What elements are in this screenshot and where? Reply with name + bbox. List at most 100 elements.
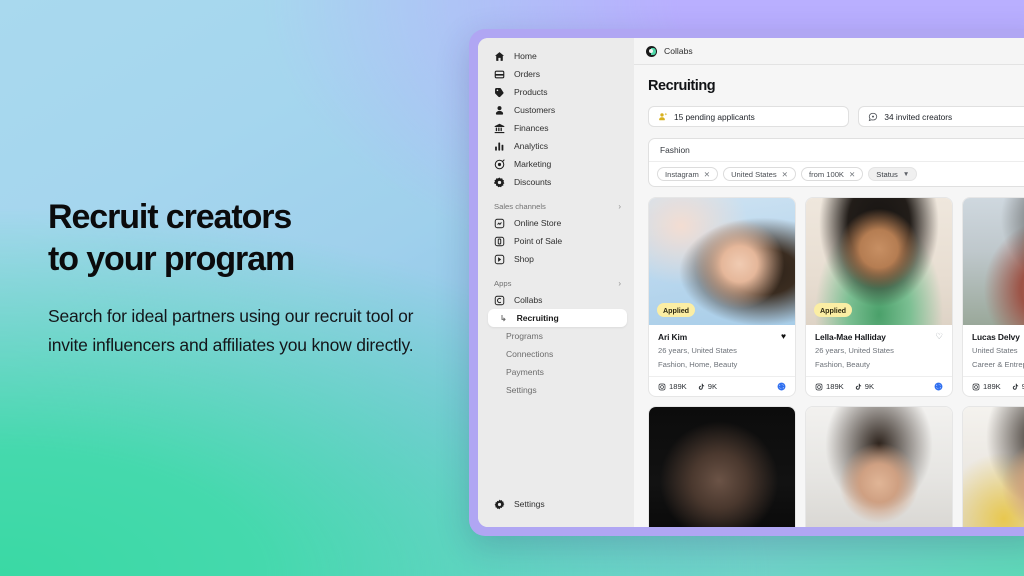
creator-photo [649, 407, 795, 527]
filter-chip-status[interactable]: Status ▼ [868, 167, 918, 181]
creator-meta-categories: Career & Entrepreneurship [972, 360, 1024, 369]
creator-card[interactable]: Lucas Delvy United States Career & Entre… [962, 197, 1024, 397]
filter-chip-from-100k[interactable]: from 100K ✕ [800, 167, 864, 181]
sidebar-item-collabs-settings[interactable]: Settings [500, 381, 627, 399]
instagram-icon [658, 383, 666, 390]
stat-invited-creators[interactable]: 34 invited creators [858, 106, 1024, 127]
creator-meta-age-location: United States [972, 346, 1018, 355]
creator-name: Lucas Delvy [972, 332, 1020, 342]
invited-creators-icon [868, 112, 878, 122]
sidebar-item-settings[interactable]: Settings [488, 495, 627, 513]
sidebar-item-marketing[interactable]: Marketing [488, 155, 627, 173]
creator-card-grid: Applied Ari Kim ♥ 26 years, United State… [648, 197, 1024, 527]
discounts-icon [494, 177, 505, 188]
apps-label: Apps [494, 279, 512, 288]
sidebar-item-connections[interactable]: Connections [500, 345, 627, 363]
instagram-stat: 189K [815, 382, 844, 391]
sidebar-item-discounts[interactable]: Discounts [488, 173, 627, 191]
collabs-icon [494, 295, 505, 306]
sidebar-item-label: Point of Sale [514, 236, 563, 246]
creator-card[interactable]: Applied Lella-Mae Halliday ♡ 26 years, U… [805, 197, 953, 397]
remove-filter-icon[interactable]: ✕ [704, 170, 710, 179]
sidebar-item-label: Customers [514, 105, 556, 115]
creator-card[interactable]: Applied Ari Kim ♥ 26 years, United State… [648, 197, 796, 397]
tiktok-stat: 9K [697, 382, 717, 391]
shop-icon [494, 254, 505, 265]
sidebar-item-analytics[interactable]: Analytics [488, 137, 627, 155]
chevron-right-icon: › [618, 202, 621, 211]
sidebar-item-finances[interactable]: Finances [488, 119, 627, 137]
home-icon [494, 51, 505, 62]
sidebar-item-home[interactable]: Home [488, 47, 627, 65]
instagram-count: 189K [826, 382, 844, 391]
app-bar: Collabs [634, 38, 1024, 65]
search-and-filters: Fashion Instagram ✕ United States ✕ from… [648, 138, 1024, 187]
status-badge: Applied [657, 303, 696, 317]
sidebar-item-online-store[interactable]: Online Store [488, 214, 627, 232]
gear-icon [494, 499, 505, 510]
sidebar-item-label: Marketing [514, 159, 552, 169]
finances-icon [494, 123, 505, 134]
page-title: Recruiting [648, 78, 716, 94]
filter-chip-label: Status [876, 169, 898, 179]
app-window-inner: Home Orders Products Customers Finances … [478, 38, 1024, 527]
creator-card[interactable] [962, 406, 1024, 527]
point-of-sale-icon [494, 236, 505, 247]
sidebar-item-payments[interactable]: Payments [500, 363, 627, 381]
stat-label: 15 pending applicants [674, 111, 755, 122]
creator-photo: Applied [806, 198, 952, 325]
sidebar-item-recruiting[interactable]: ↳ Recruiting [488, 309, 627, 327]
sidebar-item-label: Payments [506, 367, 544, 377]
favorite-heart-icon[interactable]: ♡ [935, 332, 943, 341]
creator-card-body: Lucas Delvy United States Career & Entre… [963, 325, 1024, 376]
chevron-right-icon: › [618, 279, 621, 288]
instagram-icon [815, 383, 823, 390]
sales-channels-header[interactable]: Sales channels › [494, 202, 621, 211]
filter-chip-instagram[interactable]: Instagram ✕ [657, 167, 719, 181]
sidebar-item-products[interactable]: Products [488, 83, 627, 101]
creator-card-body: Ari Kim ♥ 26 years, United States Fashio… [649, 325, 795, 376]
sidebar-item-label: Shop [514, 254, 534, 264]
favorite-heart-icon[interactable]: ♥ [781, 332, 786, 341]
analytics-icon [494, 141, 505, 152]
creator-card[interactable] [648, 406, 796, 527]
remove-filter-icon[interactable]: ✕ [849, 170, 855, 179]
promo-headline: Recruit creators to your program [48, 196, 448, 280]
search-input[interactable]: Fashion [649, 139, 1024, 162]
pending-applicant-icon [658, 112, 668, 122]
tiktok-icon [698, 383, 704, 390]
creator-name: Ari Kim [658, 332, 688, 342]
sidebar-item-customers[interactable]: Customers [488, 101, 627, 119]
remove-filter-icon[interactable]: ✕ [782, 170, 788, 179]
marketing-icon [494, 158, 505, 170]
sidebar-item-label: Orders [514, 69, 540, 79]
sales-channels-label: Sales channels [494, 202, 546, 211]
sidebar-item-orders[interactable]: Orders [488, 65, 627, 83]
stat-pending-applicants[interactable]: 15 pending applicants [648, 106, 850, 127]
creator-name: Lella-Mae Halliday [815, 332, 886, 342]
filter-chip-united-states[interactable]: United States ✕ [723, 167, 796, 181]
sidebar-item-point-of-sale[interactable]: Point of Sale [488, 232, 627, 250]
tiktok-icon [1012, 383, 1018, 390]
creator-meta-age-location: 26 years, United States [658, 346, 737, 355]
sync-icon[interactable] [934, 382, 943, 391]
subnav-arrow-icon: ↳ [500, 313, 507, 323]
sidebar-item-label: Products [514, 87, 548, 97]
products-icon [494, 87, 505, 98]
sidebar-item-label: Settings [514, 499, 545, 509]
tiktok-count: 9K [864, 382, 875, 391]
sidebar-item-label: Analytics [514, 141, 548, 151]
sidebar-item-shop[interactable]: Shop [488, 250, 627, 268]
creator-meta-categories: Fashion, Home, Beauty [658, 360, 738, 369]
sync-icon[interactable] [777, 382, 786, 391]
sidebar-item-collabs[interactable]: Collabs [488, 291, 627, 309]
search-input-value: Fashion [660, 145, 690, 155]
creator-card[interactable] [805, 406, 953, 527]
customers-icon [494, 105, 505, 116]
tiktok-stat: 9K [1011, 382, 1024, 391]
apps-header[interactable]: Apps › [494, 279, 621, 288]
promo-body: Search for ideal partners using our recr… [48, 306, 414, 355]
stat-label: 34 invited creators [884, 111, 953, 122]
sidebar-item-programs[interactable]: Programs [500, 327, 627, 345]
creator-photo [963, 198, 1024, 325]
